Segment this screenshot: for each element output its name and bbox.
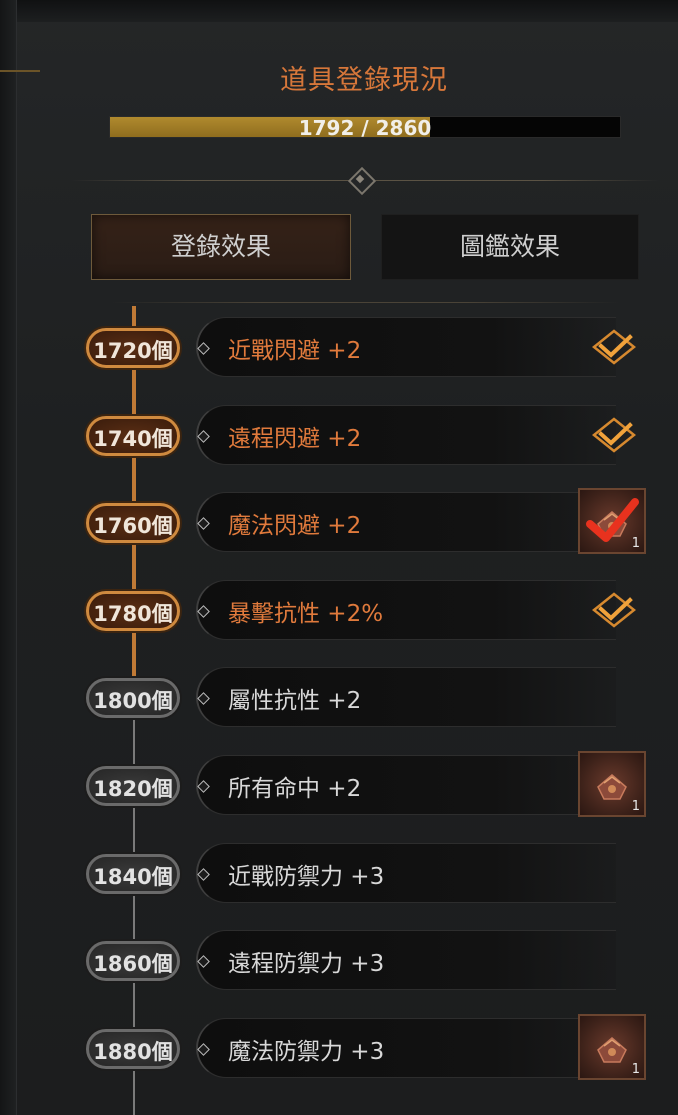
milestone-row: 1820個 所有命中 +2 1: [0, 751, 678, 817]
tab-collection-effect[interactable]: 圖鑑效果: [381, 214, 639, 280]
achieved-check-icon: [591, 592, 637, 628]
milestone-count-badge: 1740個: [86, 416, 180, 456]
milestone-count-badge: 1800個: [86, 678, 180, 718]
achieved-check-icon: [591, 417, 637, 453]
milestone-row: 1780個 暴擊抗性 +2%: [0, 578, 678, 642]
milestone-effect-label: 近戰閃避 +2: [228, 338, 362, 364]
milestone-count-badge: 1820個: [86, 766, 180, 806]
milestone-row: 1880個 魔法防禦力 +3 1: [0, 1014, 678, 1080]
milestone-effect-label: 魔法防禦力 +3: [228, 1039, 385, 1065]
milestone-effect-label: 遠程防禦力 +3: [228, 951, 385, 977]
item-registration-panel: 道具登錄現況 1792 / 2860 登錄效果 圖鑑效果 1720個 近戰閃避 +…: [0, 0, 678, 1115]
milestone-effect-label: 魔法閃避 +2: [228, 513, 362, 539]
milestone-effect-label: 近戰防禦力 +3: [228, 864, 385, 890]
panel-title: 道具登錄現況: [280, 65, 448, 96]
milestone-row: 1800個 屬性抗性 +2: [0, 665, 678, 729]
tab-divider: [110, 302, 620, 303]
reward-claimed-slot[interactable]: 1: [578, 488, 646, 554]
reward-quantity: 1: [631, 536, 640, 551]
milestone-effect-label: 暴擊抗性 +2%: [228, 601, 384, 627]
milestone-row: 1840個 近戰防禦力 +3: [0, 841, 678, 905]
milestone-row: 1740個 遠程閃避 +2: [0, 403, 678, 467]
milestone-count-badge: 1860個: [86, 941, 180, 981]
registration-progress-bar: 1792 / 2860: [109, 116, 621, 140]
tab-registration-effect[interactable]: 登錄效果: [91, 214, 351, 280]
milestone-count-badge: 1760個: [86, 503, 180, 543]
milestone-row: 1720個 近戰閃避 +2: [0, 315, 678, 379]
reward-item-slot[interactable]: 1: [578, 751, 646, 817]
milestone-count-badge: 1780個: [86, 591, 180, 631]
milestone-row: 1760個 魔法閃避 +2 1: [0, 488, 678, 554]
milestone-effect-label: 遠程閃避 +2: [228, 426, 362, 452]
milestone-effect-label: 所有命中 +2: [228, 776, 362, 802]
reward-item-slot[interactable]: 1: [578, 1014, 646, 1080]
window-top-edge: [0, 0, 678, 22]
milestone-row: 1860個 遠程防禦力 +3: [0, 928, 678, 992]
achieved-check-icon: [591, 329, 637, 365]
milestone-count-badge: 1720個: [86, 328, 180, 368]
milestone-count-badge: 1880個: [86, 1029, 180, 1069]
progress-text: 1792 / 2860: [298, 116, 432, 140]
milestone-effect-label: 屬性抗性 +2: [228, 688, 362, 714]
reward-quantity: 1: [631, 1062, 640, 1077]
milestone-count-badge: 1840個: [86, 854, 180, 894]
reward-quantity: 1: [631, 799, 640, 814]
